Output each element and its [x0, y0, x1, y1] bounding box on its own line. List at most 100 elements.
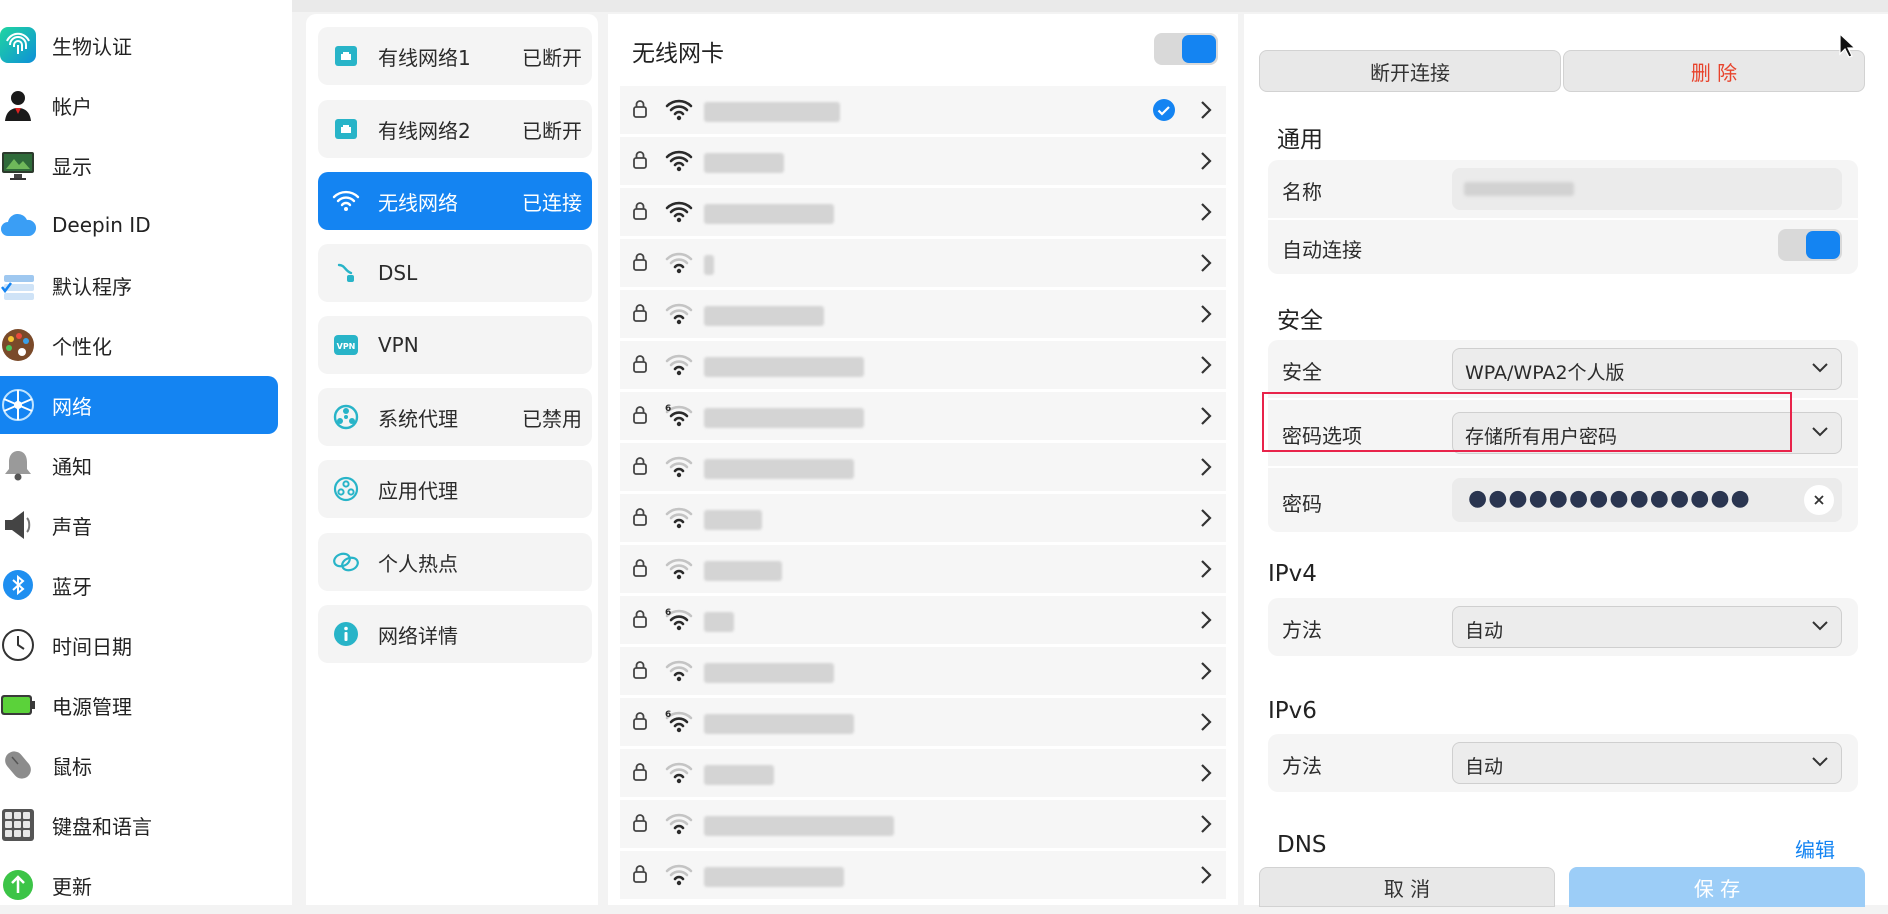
category-label: DSL: [378, 261, 418, 285]
category-wired-2[interactable]: 有线网络2 已断开: [318, 100, 592, 158]
chevron-right-icon[interactable]: [1200, 508, 1212, 528]
nav-item-personalization[interactable]: 个性化: [0, 316, 278, 374]
auto-connect-toggle[interactable]: [1778, 229, 1842, 261]
category-app-proxy[interactable]: 应用代理: [318, 460, 592, 518]
wifi-network-row[interactable]: [620, 647, 1226, 697]
save-button[interactable]: 保 存: [1569, 867, 1865, 907]
chevron-down-icon: [1812, 757, 1828, 767]
dsl-icon: [332, 259, 360, 287]
chevron-right-icon[interactable]: [1200, 763, 1212, 783]
wifi-network-row[interactable]: [620, 137, 1226, 187]
wifi-network-row[interactable]: 6: [620, 698, 1226, 748]
category-network-details[interactable]: 网络详情: [318, 605, 592, 663]
chevron-right-icon[interactable]: [1200, 151, 1212, 171]
chevron-right-icon[interactable]: [1200, 406, 1212, 426]
nav-item-power[interactable]: 电源管理: [0, 676, 278, 734]
lock-icon: [633, 253, 647, 271]
info-icon: [332, 620, 360, 648]
dns-edit-link[interactable]: 编辑: [1795, 834, 1835, 863]
ssid-redacted: [704, 765, 774, 785]
wifi-icon: [332, 187, 360, 215]
wifi-network-row[interactable]: [620, 545, 1226, 595]
ipv4-method-label: 方法: [1282, 618, 1322, 642]
chevron-right-icon[interactable]: [1200, 610, 1212, 630]
ssid-redacted: [704, 357, 864, 377]
chevron-right-icon[interactable]: [1200, 865, 1212, 885]
chevron-right-icon[interactable]: [1200, 202, 1212, 222]
category-system-proxy[interactable]: 系统代理 已禁用: [318, 388, 592, 446]
bell-icon: [0, 445, 38, 485]
cancel-button[interactable]: 取 消: [1259, 867, 1555, 907]
category-hotspot[interactable]: 个人热点: [318, 533, 592, 591]
chevron-right-icon[interactable]: [1200, 457, 1212, 477]
lock-icon: [633, 151, 647, 169]
chevron-right-icon[interactable]: [1200, 253, 1212, 273]
security-select[interactable]: WPA/WPA2个人版: [1452, 348, 1842, 390]
nav-item-deepin-id[interactable]: Deepin ID: [0, 196, 278, 254]
nav-item-display[interactable]: 显示: [0, 136, 278, 194]
wifi-network-row[interactable]: [620, 749, 1226, 799]
nav-item-notification[interactable]: 通知: [0, 436, 278, 494]
chevron-right-icon[interactable]: [1200, 559, 1212, 579]
wifi-network-row[interactable]: [620, 188, 1226, 238]
chevron-right-icon[interactable]: [1200, 661, 1212, 681]
wifi-network-row[interactable]: [620, 341, 1226, 391]
nav-item-mouse[interactable]: 鼠标: [0, 736, 278, 794]
palette-icon: [0, 325, 38, 365]
ssid-redacted: [704, 306, 824, 326]
category-vpn[interactable]: VPN VPN: [318, 316, 592, 374]
wifi-adapter-toggle[interactable]: [1154, 33, 1218, 65]
category-wired-1[interactable]: 有线网络1 已断开: [318, 27, 592, 85]
chevron-right-icon[interactable]: [1200, 814, 1212, 834]
wifi-signal-icon: [665, 99, 693, 121]
chevron-right-icon[interactable]: [1200, 100, 1212, 120]
security-value: WPA/WPA2个人版: [1465, 362, 1625, 384]
close-icon: [1814, 495, 1824, 505]
nav-item-keyboard[interactable]: 键盘和语言: [0, 796, 278, 854]
category-dsl[interactable]: DSL: [318, 244, 592, 302]
wifi-network-row[interactable]: [620, 494, 1226, 544]
name-input[interactable]: [1452, 168, 1842, 210]
nav-item-label: 键盘和语言: [52, 814, 152, 839]
ssid-redacted: [704, 255, 714, 275]
nav-item-bluetooth[interactable]: 蓝牙: [0, 556, 278, 614]
chevron-right-icon[interactable]: [1200, 355, 1212, 375]
nav-item-biometric[interactable]: 生物认证: [0, 16, 278, 74]
wifi-signal-icon: [665, 354, 693, 376]
password-option-select[interactable]: 存储所有用户密码: [1452, 412, 1842, 454]
wifi-network-row[interactable]: [620, 239, 1226, 289]
password-input[interactable]: ●●●●●●●●●●●●●●: [1452, 478, 1842, 522]
chevron-right-icon[interactable]: [1200, 712, 1212, 732]
nav-item-update[interactable]: 更新: [0, 856, 278, 914]
toggle-knob: [1806, 231, 1840, 259]
wifi-network-row[interactable]: 6: [620, 596, 1226, 646]
nav-item-default-apps[interactable]: 默认程序: [0, 256, 278, 314]
wifi-network-row[interactable]: [620, 800, 1226, 850]
chevron-right-icon[interactable]: [1200, 304, 1212, 324]
nav-item-label: 蓝牙: [52, 574, 92, 599]
keyboard-icon: [0, 805, 38, 845]
name-label: 名称: [1282, 180, 1322, 204]
vpn-icon: VPN: [332, 331, 360, 359]
default-apps-icon: [0, 265, 38, 305]
svg-text:6: 6: [665, 608, 671, 618]
ipv6-method-select[interactable]: 自动: [1452, 742, 1842, 784]
disconnect-button[interactable]: 断开连接: [1259, 50, 1561, 92]
category-wireless[interactable]: 无线网络 已连接: [318, 172, 592, 230]
nav-item-label: 鼠标: [52, 754, 92, 779]
wifi-network-row[interactable]: [620, 443, 1226, 493]
wifi-network-row[interactable]: 6: [620, 392, 1226, 442]
wifi-network-row[interactable]: [620, 290, 1226, 340]
nav-item-sound[interactable]: 声音: [0, 496, 278, 554]
password-label: 密码: [1282, 492, 1322, 516]
wifi-network-row[interactable]: [620, 851, 1226, 901]
wifi-network-row[interactable]: [620, 86, 1226, 136]
nav-item-datetime[interactable]: 时间日期: [0, 616, 278, 674]
ipv4-method-select[interactable]: 自动: [1452, 606, 1842, 648]
delete-button[interactable]: 删 除: [1563, 50, 1865, 92]
nav-item-network[interactable]: 网络: [0, 376, 278, 434]
clear-password-button[interactable]: [1804, 485, 1834, 515]
lock-icon: [633, 610, 647, 628]
password-option-row: 密码选项 存储所有用户密码: [1268, 400, 1858, 466]
nav-item-account[interactable]: 帐户: [0, 76, 278, 134]
